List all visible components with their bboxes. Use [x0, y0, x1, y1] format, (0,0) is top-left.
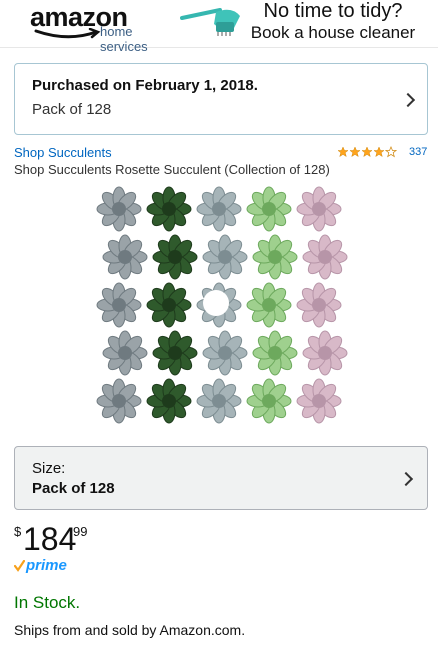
- store-link[interactable]: Shop Succulents: [14, 145, 112, 160]
- prime-check-icon: [14, 559, 25, 572]
- amazon-smile-icon: [34, 28, 101, 39]
- succulent-rosette: [146, 378, 192, 424]
- amazon-home-services-logo: amazon home services: [30, 2, 180, 54]
- succulent-rosette: [302, 234, 348, 280]
- ad-banner[interactable]: amazon home services No time to tidy? Bo…: [0, 0, 438, 54]
- star-rating: [337, 146, 397, 158]
- succulent-rosette: [246, 378, 292, 424]
- succulent-rosette: [146, 282, 192, 328]
- chevron-right-icon: [400, 92, 416, 108]
- price-fraction: 99: [73, 524, 88, 539]
- banner-tagline: No time to tidy? Book a house cleaner: [238, 1, 428, 43]
- succulent-rosette: [202, 330, 248, 376]
- succulent-rosette: [252, 234, 298, 280]
- succulent-rosette: [296, 186, 342, 232]
- tagline-line-1: No time to tidy?: [263, 0, 403, 22]
- succulent-rosette: [102, 330, 148, 376]
- succulent-rosette: [102, 234, 148, 280]
- price-whole: 184: [23, 521, 77, 557]
- star-full-icon: [349, 146, 361, 158]
- logo-subtitle: home services: [100, 24, 148, 54]
- succulent-rosette: [202, 234, 248, 280]
- succulent-rosette: [96, 282, 142, 328]
- price-currency: $: [14, 524, 22, 539]
- stock-status: In Stock.: [14, 593, 81, 612]
- star-empty-icon: [385, 146, 397, 158]
- succulent-rosette: [146, 186, 192, 232]
- succulent-grid: [96, 186, 348, 424]
- succulent-rosette: [246, 186, 292, 232]
- size-label: Size:: [32, 460, 66, 477]
- size-selector[interactable]: Size: Pack of 128: [14, 446, 428, 510]
- plant-tag: [203, 290, 229, 316]
- purchase-date: Purchased on February 1, 2018.: [32, 77, 258, 94]
- succulent-rosette: [152, 234, 198, 280]
- review-count[interactable]: 337: [409, 146, 427, 158]
- succulent-rosette: [246, 282, 292, 328]
- succulent-rosette: [96, 186, 142, 232]
- purchase-history-card[interactable]: Purchased on February 1, 2018. Pack of 1…: [14, 63, 428, 135]
- prime-badge: prime: [14, 557, 67, 574]
- product-title: Shop Succulents Rosette Succulent (Colle…: [14, 162, 330, 177]
- star-full-icon: [361, 146, 373, 158]
- succulent-rosette: [96, 378, 142, 424]
- tagline-line-2: Book a house cleaner: [250, 23, 416, 42]
- succulent-rosette: [302, 330, 348, 376]
- succulent-rosette: [296, 378, 342, 424]
- cleaning-brush-icon: [180, 8, 240, 36]
- succulent-rosette: [296, 282, 342, 328]
- ships-from: Ships from and sold by Amazon.com.: [14, 622, 246, 638]
- chevron-right-icon: [398, 471, 414, 487]
- rating-summary[interactable]: 337: [337, 146, 427, 158]
- prime-label: prime: [26, 557, 67, 574]
- succulent-rosette: [196, 186, 242, 232]
- succulent-rosette: [152, 330, 198, 376]
- star-full-icon: [337, 146, 349, 158]
- star-full-icon: [373, 146, 385, 158]
- product-image[interactable]: [94, 185, 350, 429]
- succulent-rosette: [196, 378, 242, 424]
- purchase-variant: Pack of 128: [32, 101, 112, 118]
- succulent-rosette: [252, 330, 298, 376]
- size-value: Pack of 128: [32, 480, 115, 497]
